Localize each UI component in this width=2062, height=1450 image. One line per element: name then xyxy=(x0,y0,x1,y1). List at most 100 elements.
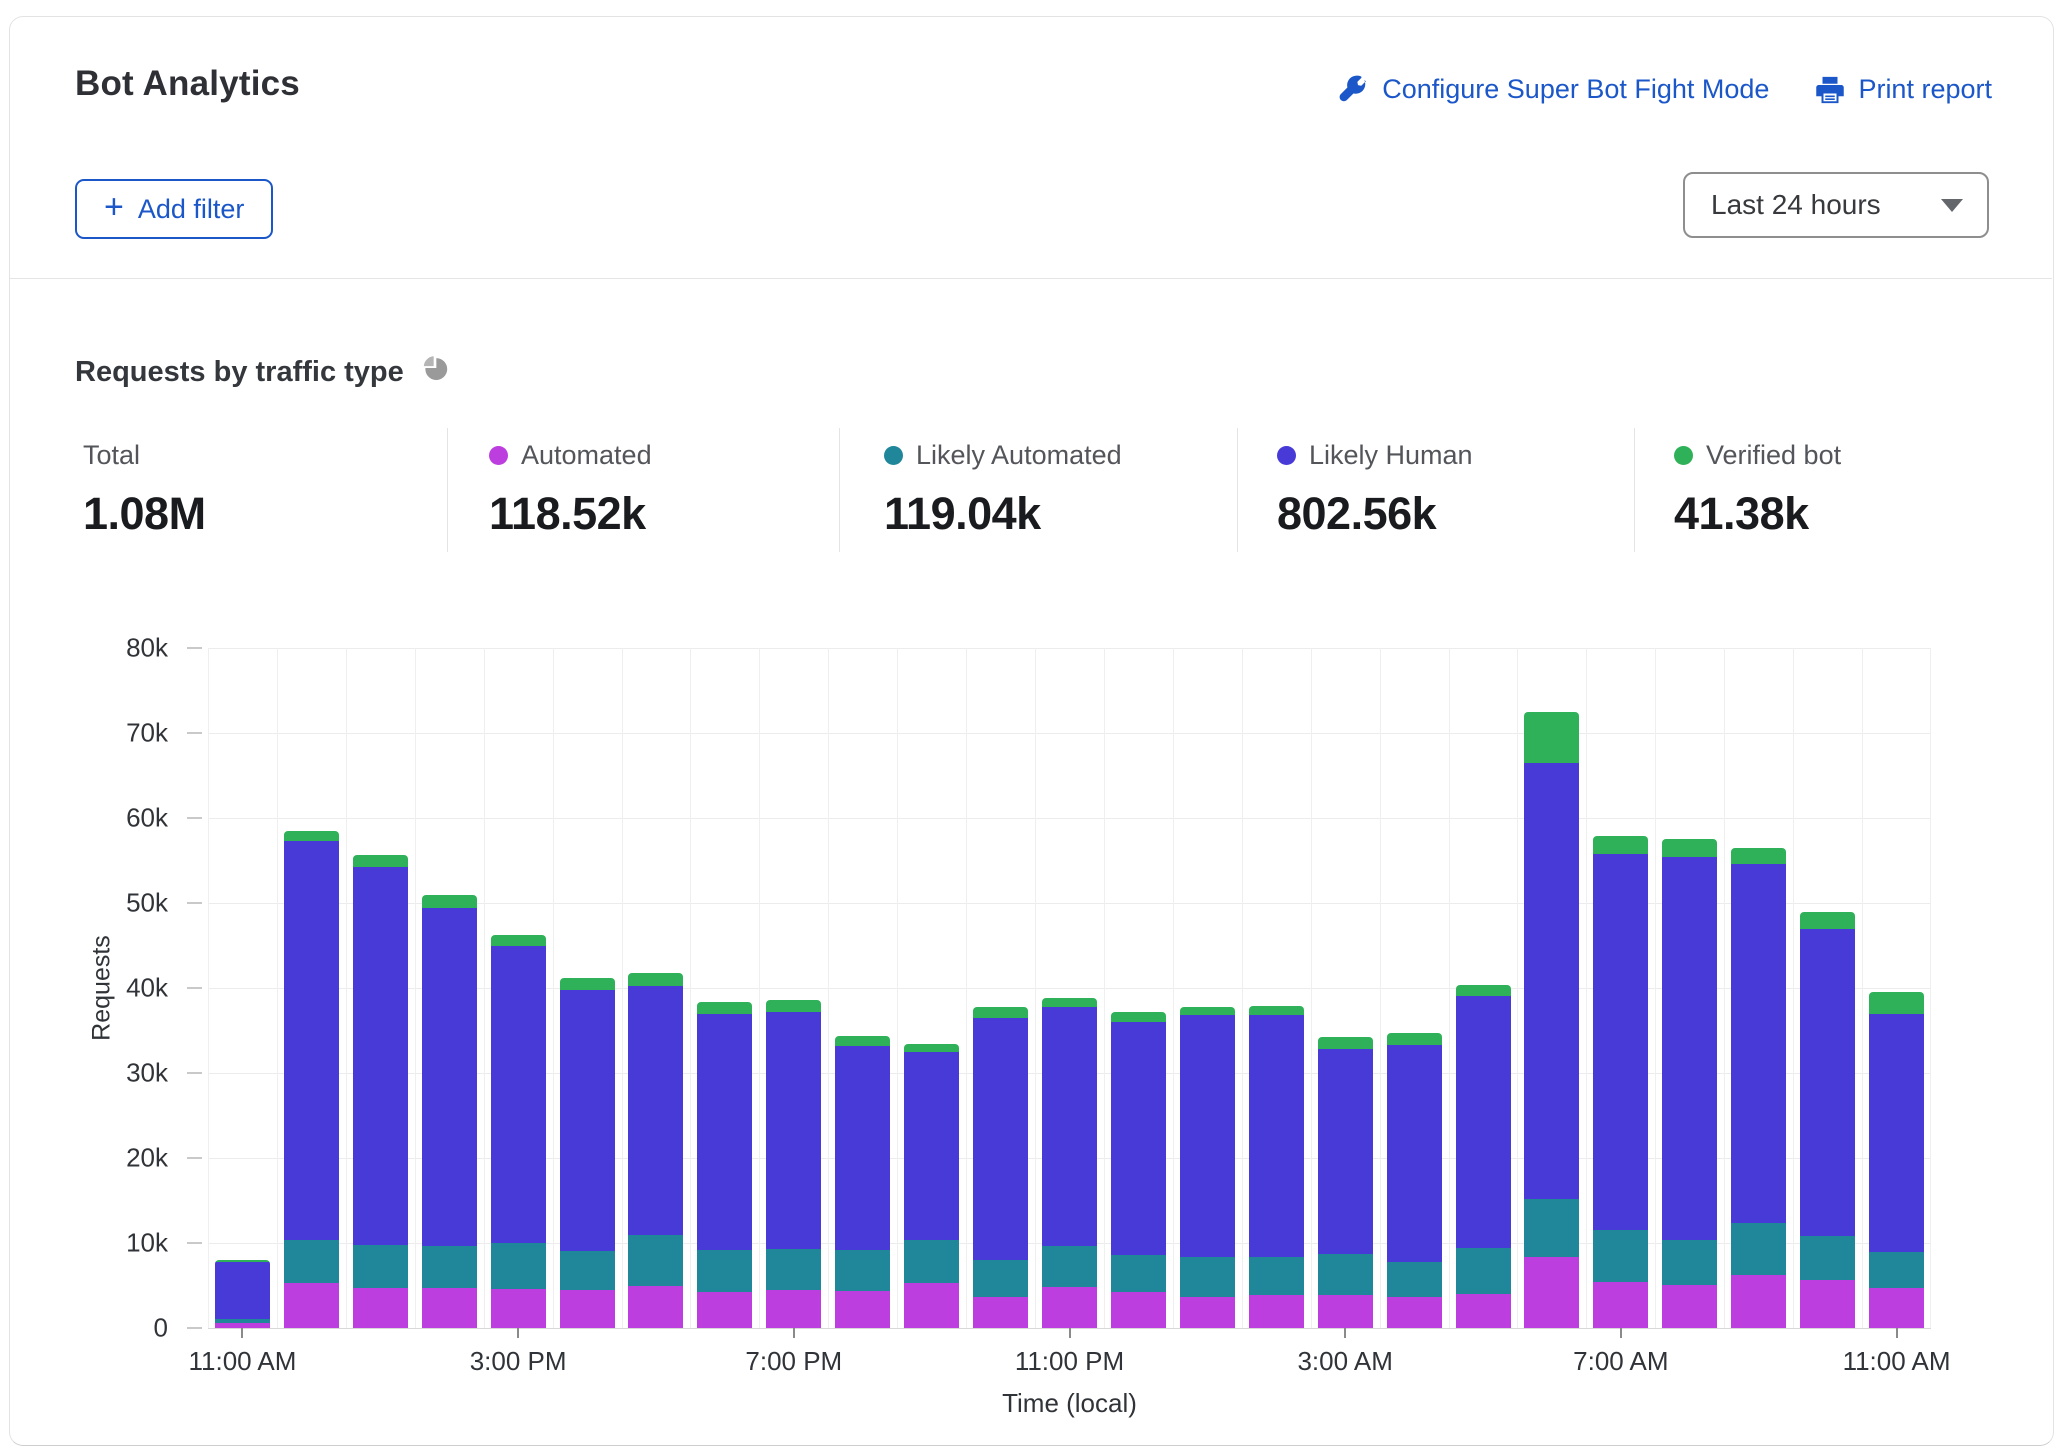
y-tick-dash xyxy=(187,1242,202,1244)
stat-label: Likely Automated xyxy=(916,440,1122,471)
bar-segment-likely-automated xyxy=(973,1260,1028,1297)
gridline-vertical xyxy=(1655,648,1656,1328)
stat-label: Total xyxy=(83,440,140,471)
stat-block-verified-bot: Verified bot41.38k xyxy=(1674,440,1841,540)
gridline-horizontal xyxy=(208,818,1931,819)
stat-divider xyxy=(839,428,840,552)
bar-group[interactable] xyxy=(215,1260,270,1328)
bar-segment-likely-human xyxy=(1249,1015,1304,1256)
bar-group[interactable] xyxy=(628,973,683,1328)
bar-group[interactable] xyxy=(697,1002,752,1328)
x-tick xyxy=(793,1328,795,1338)
bar-group[interactable] xyxy=(973,1007,1028,1328)
bar-segment-likely-human xyxy=(1318,1049,1373,1254)
gridline-vertical xyxy=(1173,648,1174,1328)
bar-segment-verified-bot xyxy=(1042,998,1097,1006)
bar-segment-verified-bot xyxy=(1249,1006,1304,1015)
bar-segment-likely-human xyxy=(1111,1022,1166,1255)
x-tick-label: 7:00 PM xyxy=(674,1346,914,1377)
y-tick-label: 30k xyxy=(58,1058,168,1089)
print-report-link[interactable]: Print report xyxy=(1815,74,1992,105)
pie-chart-icon xyxy=(419,352,451,392)
bar-segment-likely-human xyxy=(1593,854,1648,1231)
bar-segment-verified-bot xyxy=(628,973,683,987)
bar-group[interactable] xyxy=(1180,1007,1235,1328)
bar-segment-verified-bot xyxy=(1387,1033,1442,1045)
add-filter-button[interactable]: + Add filter xyxy=(75,179,273,239)
header-links: Configure Super Bot Fight Mode Print rep… xyxy=(1339,74,1992,105)
bar-segment-likely-automated xyxy=(1800,1236,1855,1279)
x-tick-label: 3:00 PM xyxy=(398,1346,638,1377)
gridline-vertical xyxy=(759,648,760,1328)
bar-group[interactable] xyxy=(1662,839,1717,1328)
bar-segment-verified-bot xyxy=(904,1044,959,1052)
bar-segment-likely-automated xyxy=(353,1245,408,1288)
bar-segment-likely-automated xyxy=(422,1246,477,1288)
stat-value: 1.08M xyxy=(83,488,206,540)
bar-segment-likely-human xyxy=(628,986,683,1235)
bar-group[interactable] xyxy=(1318,1037,1373,1328)
y-tick-dash xyxy=(187,987,202,989)
bar-segment-likely-human xyxy=(835,1046,890,1250)
bar-segment-likely-automated xyxy=(284,1240,339,1283)
stat-value: 119.04k xyxy=(884,488,1122,540)
x-tick xyxy=(1069,1328,1071,1338)
bar-group[interactable] xyxy=(422,895,477,1329)
bar-group[interactable] xyxy=(1042,998,1097,1328)
bar-segment-likely-human xyxy=(1662,857,1717,1240)
x-tick xyxy=(517,1328,519,1338)
bar-group[interactable] xyxy=(1593,836,1648,1328)
gridline-vertical xyxy=(1724,648,1725,1328)
bar-group[interactable] xyxy=(1800,912,1855,1329)
gridline-vertical xyxy=(1242,648,1243,1328)
bar-segment-automated xyxy=(1180,1297,1235,1328)
bar-group[interactable] xyxy=(1111,1012,1166,1328)
bar-segment-verified-bot xyxy=(1800,912,1855,930)
x-tick xyxy=(1344,1328,1346,1338)
bar-segment-automated xyxy=(766,1290,821,1328)
x-tick xyxy=(1896,1328,1898,1338)
x-tick-label: 11:00 AM xyxy=(1777,1346,2017,1377)
wrench-icon xyxy=(1339,75,1369,105)
bar-group[interactable] xyxy=(1869,992,1924,1328)
requests-chart: 010k20k30k40k50k60k70k80k11:00 AM3:00 PM… xyxy=(208,648,1931,1329)
gridline-vertical xyxy=(346,648,347,1328)
bar-segment-automated xyxy=(1387,1297,1442,1328)
configure-link-label: Configure Super Bot Fight Mode xyxy=(1382,74,1769,105)
bar-group[interactable] xyxy=(491,935,546,1328)
bar-group[interactable] xyxy=(1524,712,1579,1328)
bar-segment-likely-human xyxy=(1731,864,1786,1224)
bar-group[interactable] xyxy=(766,1000,821,1328)
bar-group[interactable] xyxy=(835,1036,890,1328)
bar-group[interactable] xyxy=(904,1044,959,1328)
bar-group[interactable] xyxy=(560,978,615,1328)
configure-super-bot-fight-mode-link[interactable]: Configure Super Bot Fight Mode xyxy=(1339,74,1769,105)
gridline-horizontal xyxy=(208,648,1931,649)
bar-segment-likely-human xyxy=(697,1014,752,1249)
bar-group[interactable] xyxy=(1456,985,1511,1328)
bar-segment-automated xyxy=(1800,1280,1855,1328)
gridline-horizontal xyxy=(208,733,1931,734)
bar-segment-automated xyxy=(1524,1257,1579,1328)
gridline-vertical xyxy=(277,648,278,1328)
time-range-select[interactable]: Last 24 hours xyxy=(1683,172,1989,238)
x-tick-label: 11:00 PM xyxy=(950,1346,1190,1377)
bar-group[interactable] xyxy=(284,831,339,1328)
bar-segment-likely-automated xyxy=(628,1235,683,1286)
gridline-vertical xyxy=(690,648,691,1328)
gridline-vertical xyxy=(897,648,898,1328)
bar-group[interactable] xyxy=(353,855,408,1328)
bar-segment-automated xyxy=(1042,1287,1097,1328)
bar-group[interactable] xyxy=(1387,1033,1442,1328)
y-tick-label: 50k xyxy=(58,888,168,919)
bar-group[interactable] xyxy=(1249,1006,1304,1328)
y-tick-label: 10k xyxy=(58,1228,168,1259)
bar-group[interactable] xyxy=(1731,848,1786,1328)
bar-segment-likely-human xyxy=(904,1052,959,1240)
bar-segment-automated xyxy=(904,1283,959,1328)
bar-segment-likely-automated xyxy=(1387,1262,1442,1298)
bar-segment-automated xyxy=(1111,1292,1166,1328)
bar-segment-verified-bot xyxy=(560,978,615,990)
stat-label: Verified bot xyxy=(1706,440,1841,471)
bar-segment-likely-automated xyxy=(1111,1255,1166,1292)
